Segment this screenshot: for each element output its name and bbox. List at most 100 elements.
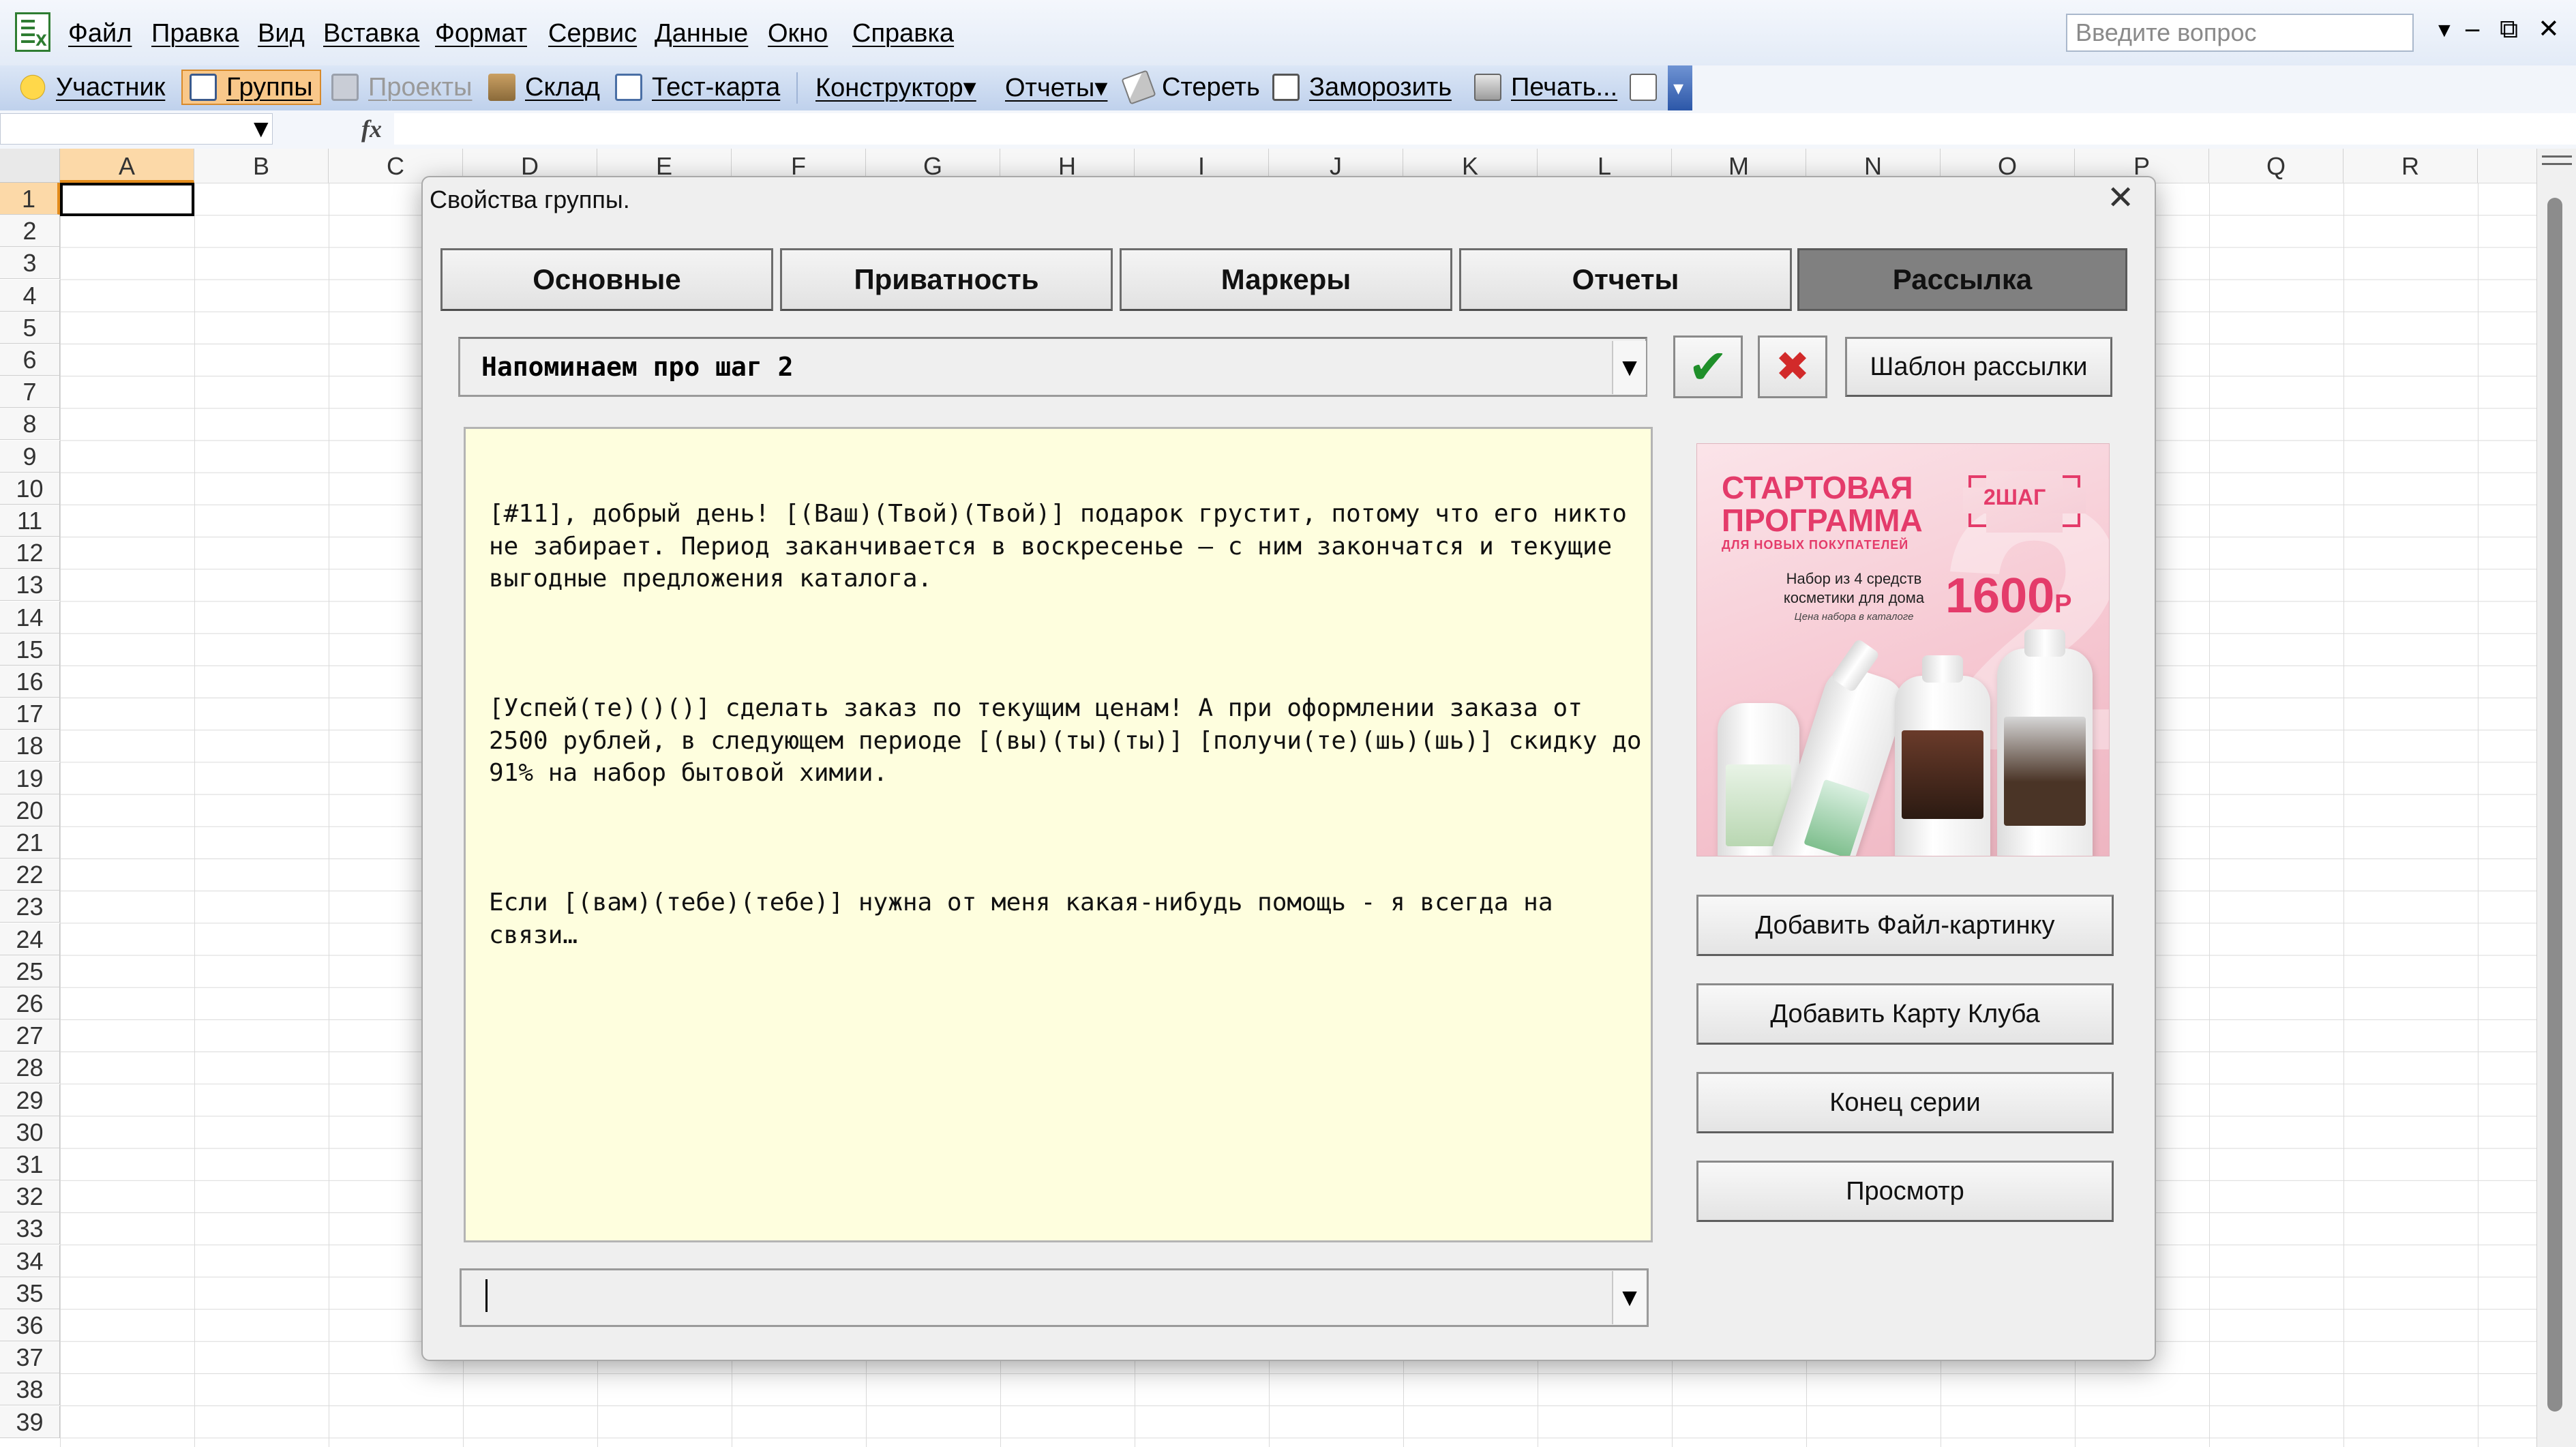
row-header[interactable]: 18: [0, 730, 60, 762]
menu-tools[interactable]: Сервис: [548, 18, 637, 49]
scrollbar-thumb[interactable]: [2547, 198, 2562, 1412]
row-header[interactable]: 33: [0, 1212, 60, 1245]
cancel-button[interactable]: ✖: [1758, 335, 1827, 398]
select-all-corner[interactable]: [0, 149, 60, 183]
row-header[interactable]: 31: [0, 1148, 60, 1180]
column-header[interactable]: Q: [2209, 149, 2343, 183]
menu-format[interactable]: Формат: [435, 18, 527, 49]
formula-input[interactable]: [394, 113, 2576, 145]
name-box[interactable]: [0, 113, 273, 145]
menu-view[interactable]: Вид: [258, 18, 305, 49]
row-header[interactable]: 28: [0, 1051, 60, 1084]
add-club-card-button[interactable]: Добавить Карту Клуба: [1696, 983, 2114, 1045]
minimize-icon[interactable]: ‒: [2464, 14, 2481, 44]
row-header[interactable]: 36: [0, 1309, 60, 1341]
row-header[interactable]: 11: [0, 505, 60, 537]
row-header[interactable]: 22: [0, 859, 60, 891]
row-header[interactable]: 9: [0, 440, 60, 473]
column-header[interactable]: B: [194, 149, 329, 183]
menu-file[interactable]: Файл: [68, 18, 132, 49]
row-header[interactable]: 13: [0, 569, 60, 601]
row-header[interactable]: 32: [0, 1180, 60, 1213]
warehouse-icon: [488, 74, 515, 101]
reports-menu[interactable]: Отчеты▾: [1005, 70, 1107, 105]
menu-data[interactable]: Данные: [655, 18, 748, 49]
chevron-down-icon[interactable]: ▼: [254, 117, 269, 140]
menu-window[interactable]: Окно: [768, 18, 828, 49]
row-header[interactable]: 17: [0, 698, 60, 730]
projects-button[interactable]: Проекты: [331, 70, 472, 105]
row-header[interactable]: 24: [0, 923, 60, 955]
message-textarea[interactable]: [#11], добрый день! [(Ваш)(Твой)(Твой)] …: [464, 427, 1653, 1242]
row-header[interactable]: 34: [0, 1244, 60, 1277]
groups-button[interactable]: Группы: [181, 70, 321, 105]
row-header[interactable]: 37: [0, 1341, 60, 1374]
toolbar-options-button[interactable]: [1668, 65, 1692, 110]
preview-button[interactable]: Просмотр: [1696, 1161, 2114, 1222]
add-image-file-button[interactable]: Добавить Файл-картинку: [1696, 895, 2114, 956]
row-header[interactable]: 16: [0, 666, 60, 698]
test-card-button[interactable]: Тест-карта: [615, 70, 780, 105]
toolbar-empty-area: [1692, 65, 2576, 110]
row-header[interactable]: 4: [0, 279, 60, 312]
row-header[interactable]: 20: [0, 794, 60, 826]
row-header[interactable]: 26: [0, 987, 60, 1019]
restore-icon[interactable]: ⧉: [2500, 14, 2518, 44]
tab-privacy[interactable]: Приватность: [780, 248, 1113, 311]
row-header[interactable]: 10: [0, 472, 60, 505]
tab-markers[interactable]: Маркеры: [1120, 248, 1452, 311]
tab-mailing[interactable]: Рассылка: [1797, 248, 2127, 311]
row-header[interactable]: 2: [0, 215, 60, 248]
row-header[interactable]: 21: [0, 826, 60, 859]
row-header[interactable]: 15: [0, 633, 60, 666]
print-preview-button[interactable]: [1630, 70, 1666, 105]
tab-reports[interactable]: Отчеты: [1459, 248, 1792, 311]
column-header[interactable]: A: [60, 149, 194, 183]
menu-help[interactable]: Справка: [852, 18, 954, 49]
row-header[interactable]: 12: [0, 537, 60, 569]
row-header[interactable]: 23: [0, 891, 60, 923]
row-header[interactable]: 25: [0, 955, 60, 987]
row-header[interactable]: 3: [0, 247, 60, 280]
erase-button[interactable]: Стереть: [1121, 70, 1260, 105]
chevron-down-icon[interactable]: ▼: [2434, 19, 2455, 42]
row-header[interactable]: 6: [0, 344, 60, 376]
warehouse-button[interactable]: Склад: [488, 70, 600, 105]
print-button[interactable]: Печать...: [1474, 70, 1617, 105]
row-header[interactable]: 38: [0, 1373, 60, 1406]
menu-edit[interactable]: Правка: [151, 18, 239, 49]
chevron-down-icon[interactable]: ▼: [1612, 1271, 1646, 1324]
close-icon[interactable]: ✕: [2538, 14, 2560, 44]
column-header[interactable]: R: [2343, 149, 2478, 183]
row-header[interactable]: 14: [0, 601, 60, 633]
confirm-button[interactable]: ✔: [1673, 335, 1743, 398]
row-header[interactable]: 7: [0, 376, 60, 408]
row-header[interactable]: 35: [0, 1277, 60, 1309]
constructor-menu[interactable]: Конструктор▾: [815, 70, 976, 105]
row-header[interactable]: 39: [0, 1405, 60, 1438]
tab-main[interactable]: Основные: [440, 248, 773, 311]
active-cell[interactable]: [60, 183, 194, 216]
test-card-icon: [615, 74, 642, 101]
excel-app-icon[interactable]: [15, 12, 50, 52]
freeze-button[interactable]: Заморозить: [1272, 70, 1452, 105]
close-icon[interactable]: ✕: [2107, 179, 2134, 217]
mailing-template-button[interactable]: Шаблон рассылки: [1845, 337, 2112, 397]
row-header[interactable]: 30: [0, 1116, 60, 1148]
split-handle[interactable]: [2542, 155, 2572, 165]
eraser-icon: [1121, 70, 1156, 105]
participant-button[interactable]: Участник: [19, 70, 165, 105]
chevron-down-icon[interactable]: ▼: [1612, 341, 1646, 394]
row-header[interactable]: 29: [0, 1084, 60, 1116]
function-icon[interactable]: fx: [361, 115, 382, 143]
row-header[interactable]: 8: [0, 408, 60, 441]
bottom-select[interactable]: [460, 1268, 1649, 1327]
row-header[interactable]: 5: [0, 311, 60, 344]
message-paragraph: Если [(вам)(тебе)(тебе)] нужна от меня к…: [489, 889, 1568, 949]
end-series-button[interactable]: Конец серии: [1696, 1072, 2114, 1133]
ask-question-input[interactable]: Введите вопрос: [2066, 14, 2414, 52]
row-header[interactable]: 27: [0, 1019, 60, 1052]
row-header[interactable]: 19: [0, 762, 60, 794]
menu-insert[interactable]: Вставка: [323, 18, 419, 49]
row-header[interactable]: 1: [0, 183, 60, 215]
